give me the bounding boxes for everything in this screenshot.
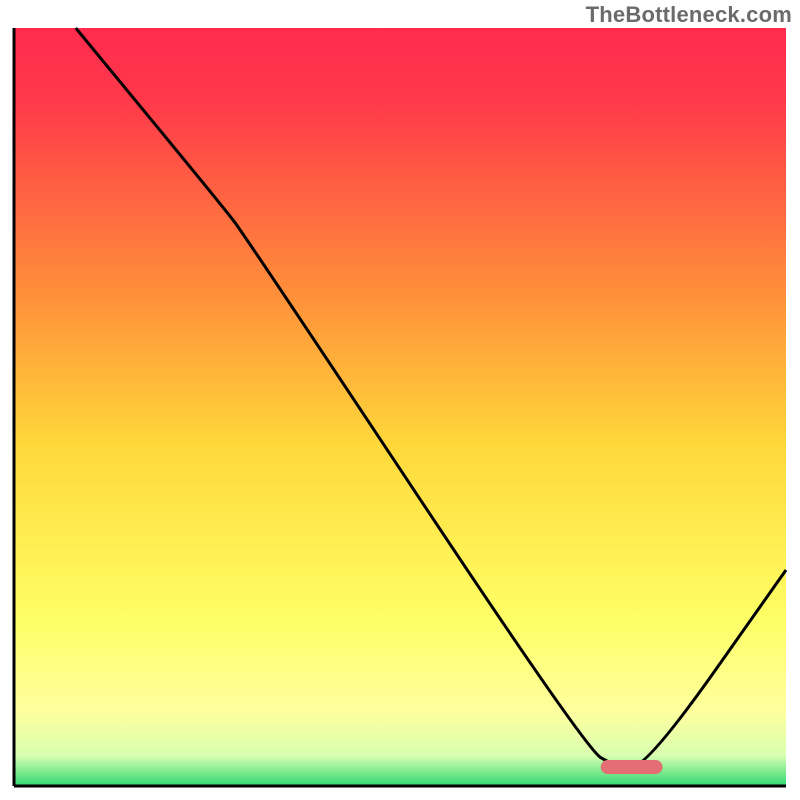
plot-background [14,28,786,786]
chart-svg [0,0,800,800]
bottleneck-chart: TheBottleneck.com [0,0,800,800]
optimal-range-marker [601,760,663,774]
watermark-text: TheBottleneck.com [586,2,792,28]
